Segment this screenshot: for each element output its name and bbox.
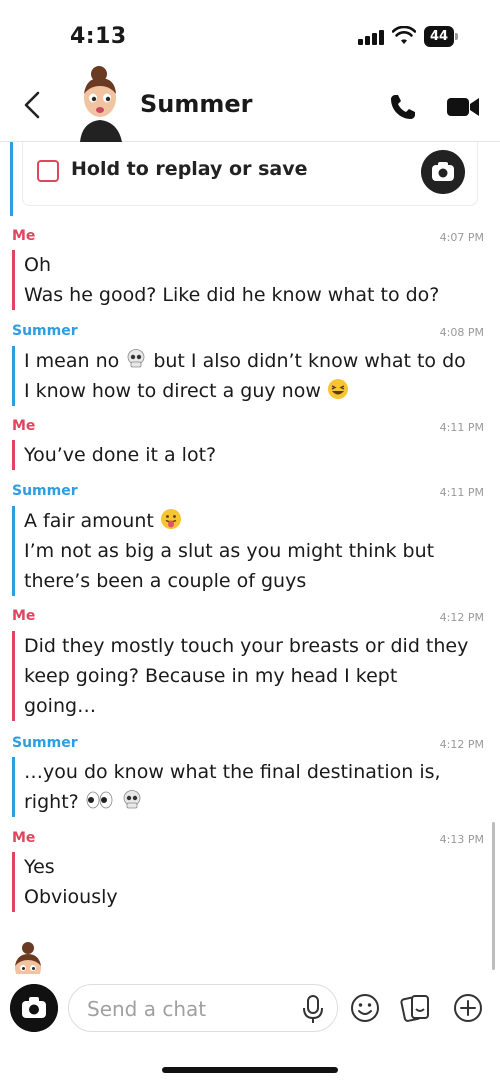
message-timestamp: 4:08 PM <box>439 326 484 339</box>
message-timestamp: 4:11 PM <box>439 486 484 499</box>
snap-replay-card[interactable]: Hold to replay or save <box>22 142 478 206</box>
sender-label: Me <box>12 418 36 434</box>
laughing-emoji-icon <box>327 379 348 399</box>
typing-bitmoji-avatar <box>15 942 41 974</box>
message-bubble[interactable]: I mean no but I also didn’t know what to… <box>12 346 466 406</box>
skull-emoji-icon <box>127 349 145 368</box>
message-text: but I also didn’t know what to do <box>153 350 466 372</box>
message-text: A fair amount <box>24 510 154 532</box>
skull-emoji-icon <box>123 790 141 809</box>
message-text: I know how to direct a guy now <box>24 380 321 402</box>
message-text: right? <box>24 791 79 813</box>
message-text: going… <box>24 695 97 717</box>
send-chat-placeholder: Send a chat <box>87 997 207 1021</box>
sender-label: Summer <box>12 483 78 499</box>
back-chevron-icon[interactable] <box>18 88 48 122</box>
status-bar: 4:13 44 <box>0 0 500 70</box>
message-bubble[interactable]: A fair amount I’m not as big a slut as y… <box>12 506 434 596</box>
message-text: …you do know what the final destination … <box>24 761 441 783</box>
scroll-indicator[interactable] <box>492 822 495 970</box>
contact-name[interactable]: Summer <box>140 90 253 118</box>
message-timestamp: 4:12 PM <box>439 611 484 624</box>
message-bubble[interactable]: Yes Obviously <box>12 852 118 912</box>
sender-label: Me <box>12 830 36 846</box>
chat-input-bar: Send a chat <box>0 974 500 1044</box>
wifi-icon <box>392 26 416 44</box>
message-text: Obviously <box>24 886 118 908</box>
send-chat-input[interactable]: Send a chat <box>68 984 338 1032</box>
camera-icon[interactable] <box>421 150 465 194</box>
message-text: I mean no <box>24 350 120 372</box>
message-timestamp: 4:07 PM <box>439 231 484 244</box>
sticker-cards-icon[interactable] <box>400 992 432 1024</box>
eyes-emoji-icon <box>86 791 113 809</box>
message-timestamp: 4:13 PM <box>439 833 484 846</box>
message-text: keep going? Because in my head I kept <box>24 665 398 687</box>
status-time: 4:13 <box>70 24 127 49</box>
snap-thread-bar <box>10 142 13 216</box>
chat-header: Summer <box>0 66 500 142</box>
emoji-smile-icon[interactable] <box>349 992 381 1024</box>
camera-icon[interactable] <box>10 984 58 1032</box>
bitmoji-avatar[interactable] <box>70 64 132 142</box>
plus-circle-icon[interactable] <box>452 992 484 1024</box>
sender-label: Me <box>12 608 36 624</box>
message-timestamp: 4:11 PM <box>439 421 484 434</box>
microphone-icon[interactable] <box>300 995 326 1025</box>
sender-label: Summer <box>12 323 78 339</box>
message-bubble[interactable]: Oh Was he good? Like did he know what to… <box>12 250 439 310</box>
message-text: there’s been a couple of guys <box>24 570 307 592</box>
battery-level: 44 <box>424 26 454 47</box>
message-text: Did they mostly touch your breasts or di… <box>24 635 469 657</box>
message-bubble[interactable]: You’ve done it a lot? <box>12 440 216 470</box>
message-bubble[interactable]: …you do know what the final destination … <box>12 757 441 817</box>
home-indicator[interactable] <box>162 1067 338 1073</box>
sender-label: Summer <box>12 735 78 751</box>
tongue-out-emoji-icon <box>160 509 181 529</box>
message-timestamp: 4:12 PM <box>439 738 484 751</box>
message-text: Was he good? Like did he know what to do… <box>24 284 440 306</box>
message-text: Yes <box>24 856 55 878</box>
phone-icon[interactable] <box>388 92 418 122</box>
message-text: Oh <box>24 254 51 276</box>
replay-save-checkbox[interactable] <box>37 160 59 182</box>
sender-label: Me <box>12 228 36 244</box>
cellular-signal-icon <box>358 29 384 45</box>
snap-replay-label: Hold to replay or save <box>71 158 308 180</box>
message-text: I’m not as big a slut as you might think… <box>24 540 435 562</box>
message-text: You’ve done it a lot? <box>24 444 217 466</box>
video-camera-icon[interactable] <box>446 94 480 120</box>
battery-icon: 44 <box>424 26 458 47</box>
chat-thread[interactable]: Hold to replay or save Me 4:07 PM Oh Was… <box>0 142 500 974</box>
message-bubble[interactable]: Did they mostly touch your breasts or di… <box>12 631 468 721</box>
